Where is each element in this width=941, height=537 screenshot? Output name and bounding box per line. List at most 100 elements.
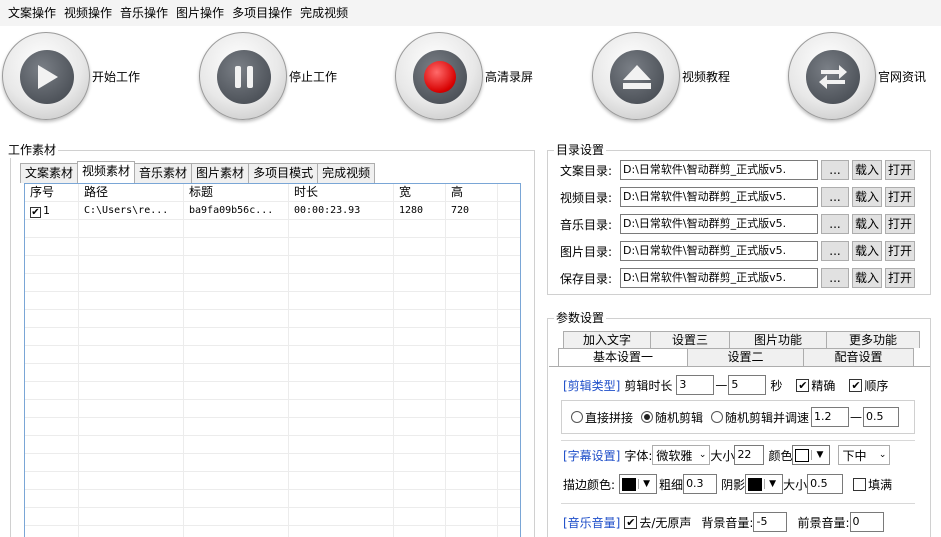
subtitle-position-select[interactable]: 下中 ⌄ xyxy=(838,445,891,465)
record-button[interactable]: 高清录屏 xyxy=(395,26,533,126)
tutorial-button[interactable]: 视频教程 xyxy=(592,26,730,126)
speed-min-input[interactable]: 1.2 xyxy=(811,407,850,427)
tab-settings-3[interactable]: 设置三 xyxy=(650,331,730,348)
record-button-circle[interactable] xyxy=(395,32,483,120)
empty-row xyxy=(25,256,520,274)
menu-video[interactable]: 视频操作 xyxy=(60,0,116,26)
column-header-duration[interactable]: 时长 xyxy=(289,184,394,201)
music-dir-open-button[interactable]: 打开 xyxy=(885,214,915,234)
stroke-color-picker[interactable]: ▼ xyxy=(619,474,658,494)
save-dir-browse-button[interactable]: ... xyxy=(821,268,849,288)
stop-button-circle[interactable] xyxy=(199,32,287,120)
save-dir-open-button[interactable]: 打开 xyxy=(885,268,915,288)
row-duration: 00:00:23.93 xyxy=(289,202,394,219)
dir-row-save: 保存目录: D:\日常软件\智动群剪_正式版v5. ... 载入 打开 xyxy=(560,268,915,288)
fg-volume-input[interactable]: 0 xyxy=(849,512,884,532)
thickness-input[interactable]: 0.3 xyxy=(683,474,718,494)
dir-row-music: 音乐目录: D:\日常软件\智动群剪_正式版v5. ... 载入 打开 xyxy=(560,214,915,234)
tab-multi-project-mode[interactable]: 多项目模式 xyxy=(248,163,319,183)
empty-row xyxy=(25,526,520,537)
music-dir-browse-button[interactable]: ... xyxy=(821,214,849,234)
menu-copy[interactable]: 文案操作 xyxy=(4,0,60,26)
video-dir-load-button[interactable]: 载入 xyxy=(852,187,882,207)
random-speed-radio[interactable] xyxy=(711,411,724,423)
tab-finished-videos[interactable]: 完成视频 xyxy=(317,163,376,183)
random-clip-radio[interactable] xyxy=(641,411,654,423)
stop-work-button[interactable]: 停止工作 xyxy=(199,26,337,126)
row-checkbox[interactable]: ✔ xyxy=(30,207,41,218)
shadow-label: 阴影 xyxy=(721,477,746,492)
music-dir-field[interactable]: D:\日常软件\智动群剪_正式版v5. xyxy=(620,214,818,234)
video-dir-open-button[interactable]: 打开 xyxy=(885,187,915,207)
tab-dubbing-settings[interactable]: 配音设置 xyxy=(803,348,914,366)
video-dir-browse-button[interactable]: ... xyxy=(821,187,849,207)
column-header-height[interactable]: 高 xyxy=(446,184,498,201)
fill-checkbox[interactable] xyxy=(853,477,867,491)
column-header-index[interactable]: 序号 xyxy=(25,184,79,201)
fg-volume-label: 前景音量: xyxy=(797,515,850,530)
stroke-color-swatch xyxy=(622,477,637,491)
start-button-circle[interactable] xyxy=(2,32,90,120)
shadow-size-input[interactable]: 0.5 xyxy=(807,474,844,494)
image-dir-browse-button[interactable]: ... xyxy=(821,241,849,261)
shadow-color-picker[interactable]: ▼ xyxy=(745,474,784,494)
menu-music[interactable]: 音乐操作 xyxy=(116,0,172,26)
music-dir-load-button[interactable]: 载入 xyxy=(852,214,882,234)
tab-video-materials[interactable]: 视频素材 xyxy=(77,161,136,183)
bg-volume-input[interactable]: -5 xyxy=(753,512,788,532)
menu-image[interactable]: 图片操作 xyxy=(172,0,228,26)
direct-concat-label: 直接拼接 xyxy=(585,410,634,425)
clip-duration-max-input[interactable]: 5 xyxy=(728,375,767,395)
tab-more-functions[interactable]: 更多功能 xyxy=(826,331,920,348)
copy-dir-load-button[interactable]: 载入 xyxy=(852,160,882,180)
copy-dir-open-button[interactable]: 打开 xyxy=(885,160,915,180)
direct-concat-radio[interactable] xyxy=(571,411,583,423)
font-color-picker[interactable]: ▼ xyxy=(792,445,831,465)
font-select[interactable]: 微软雅 ⌄ xyxy=(652,445,711,465)
tab-image-materials[interactable]: 图片素材 xyxy=(191,163,250,183)
remove-original-checkbox[interactable]: ✔ xyxy=(624,515,638,529)
order-checkbox[interactable]: ✔ xyxy=(849,378,863,392)
tab-image-functions[interactable]: 图片功能 xyxy=(729,331,827,348)
news-button[interactable]: 官网资讯 xyxy=(788,26,926,126)
list-header: 序号 路径 标题 时长 宽 高 xyxy=(25,184,520,202)
tab-copy-materials[interactable]: 文案素材 xyxy=(20,163,79,183)
tab-settings-2[interactable]: 设置二 xyxy=(687,348,804,366)
column-header-title[interactable]: 标题 xyxy=(184,184,289,201)
font-size-input[interactable]: 22 xyxy=(734,445,765,465)
params-title: 参数设置 xyxy=(554,309,607,326)
tutorial-button-circle[interactable] xyxy=(592,32,680,120)
audio-settings-row: [音乐音量] ✔ 去/无原声 背景音量: -5 前景音量: 0 xyxy=(563,511,884,533)
empty-row xyxy=(25,436,520,454)
empty-row xyxy=(25,472,520,490)
tab-music-materials[interactable]: 音乐素材 xyxy=(134,163,193,183)
image-dir-open-button[interactable]: 打开 xyxy=(885,241,915,261)
table-row[interactable]: ✔ 1 C:\Users\re... ba9fa09b56c... 00:00:2… xyxy=(25,202,520,220)
row-width: 1280 xyxy=(394,202,446,219)
speed-max-input[interactable]: 0.5 xyxy=(863,407,900,427)
column-header-path[interactable]: 路径 xyxy=(79,184,184,201)
save-dir-load-button[interactable]: 载入 xyxy=(852,268,882,288)
font-color-label: 颜色 xyxy=(768,448,793,463)
save-dir-field[interactable]: D:\日常软件\智动群剪_正式版v5. xyxy=(620,268,818,288)
materials-title: 工作素材 xyxy=(6,141,59,158)
copy-dir-field[interactable]: D:\日常软件\智动群剪_正式版v5. xyxy=(620,160,818,180)
tab-add-text[interactable]: 加入文字 xyxy=(563,331,651,348)
clip-duration-min-input[interactable]: 3 xyxy=(676,375,715,395)
video-dir-field[interactable]: D:\日常软件\智动群剪_正式版v5. xyxy=(620,187,818,207)
menu-multi-project[interactable]: 多项目操作 xyxy=(228,0,296,26)
column-header-width[interactable]: 宽 xyxy=(394,184,446,201)
materials-list[interactable]: 序号 路径 标题 时长 宽 高 ✔ 1 C:\Users\re... ba9fa0… xyxy=(24,183,521,537)
copy-dir-browse-button[interactable]: ... xyxy=(821,160,849,180)
shadow-color-swatch xyxy=(748,477,763,491)
news-button-circle[interactable] xyxy=(788,32,876,120)
menu-finished-video[interactable]: 完成视频 xyxy=(296,0,352,26)
remove-original-label: 去/无原声 xyxy=(639,515,692,530)
tab-basic-settings-1[interactable]: 基本设置一 xyxy=(558,348,688,367)
image-dir-load-button[interactable]: 载入 xyxy=(852,241,882,261)
dir-label-copy: 文案目录: xyxy=(560,163,613,178)
precise-checkbox[interactable]: ✔ xyxy=(796,378,810,392)
image-dir-field[interactable]: D:\日常软件\智动群剪_正式版v5. xyxy=(620,241,818,261)
start-work-button[interactable]: 开始工作 xyxy=(2,26,140,126)
chevron-down-icon: ⌄ xyxy=(698,450,707,460)
